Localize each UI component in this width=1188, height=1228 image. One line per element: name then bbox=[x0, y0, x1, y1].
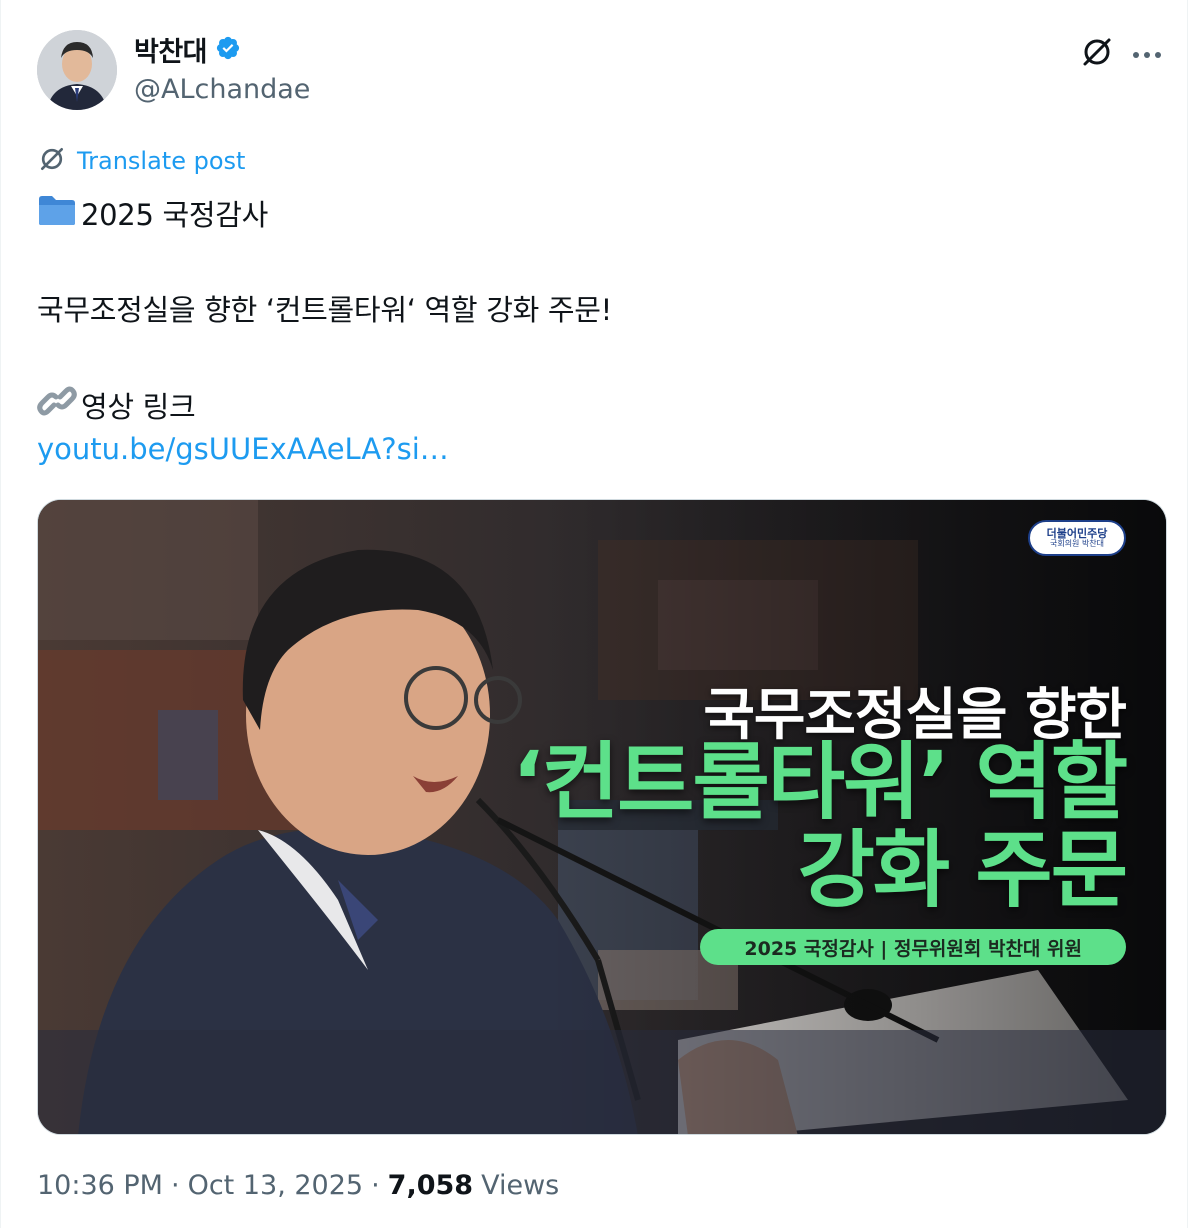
post-metadata: 10:36 PM · Oct 13, 2025 · 7,058 Views bbox=[37, 1170, 559, 1201]
post-line-heading: 2025 국정감사 bbox=[37, 192, 268, 234]
thumbnail-bottom-shade bbox=[38, 1030, 1166, 1134]
more-dots-icon bbox=[1131, 45, 1163, 64]
video-link-label: 영상 링크 bbox=[81, 389, 196, 424]
grok-button[interactable] bbox=[1077, 34, 1117, 74]
thumbnail-headline-3: 강화 주문 bbox=[797, 821, 1128, 919]
meta-separator: · bbox=[371, 1170, 380, 1201]
link-icon bbox=[37, 383, 77, 426]
translate-post-label: Translate post bbox=[77, 147, 246, 175]
thumbnail-caption-pill: 2025 국정감사 | 정무위원회 박찬대 위원 bbox=[700, 929, 1126, 965]
avatar[interactable] bbox=[37, 30, 117, 110]
meta-separator: · bbox=[170, 1170, 180, 1201]
translate-post-button[interactable]: Translate post bbox=[37, 144, 245, 178]
views-count[interactable]: 7,058 bbox=[388, 1170, 473, 1201]
party-logo-sub: 국회의원 박찬대 bbox=[1049, 538, 1105, 548]
avatar-photo bbox=[37, 30, 117, 110]
more-options-button[interactable] bbox=[1125, 34, 1169, 74]
post-time[interactable]: 10:36 PM bbox=[37, 1170, 163, 1201]
grok-icon bbox=[1080, 35, 1114, 73]
post-body-text: 국무조정실을 향한 ‘컨트롤타워‘ 역할 강화 주문! bbox=[37, 293, 612, 327]
thumbnail-headline-2: ‘컨트롤타워’ 역할 bbox=[511, 733, 1128, 831]
post-date[interactable]: Oct 13, 2025 bbox=[188, 1170, 364, 1201]
video-thumbnail[interactable]: 더불어민주당 국회의원 박찬대 국무조정실을 향한 ‘컨트롤타워’ 역할 강화 … bbox=[37, 499, 1167, 1135]
author-name-row[interactable]: 박찬대 bbox=[134, 30, 241, 69]
post-video-link-line: 영상 링크 bbox=[37, 383, 196, 426]
verified-badge-icon bbox=[215, 35, 241, 65]
party-logo-badge: 더불어민주당 국회의원 박찬대 bbox=[1028, 520, 1126, 556]
folder-icon bbox=[37, 193, 77, 234]
party-logo-name: 더불어민주당 bbox=[1046, 527, 1108, 541]
tweet-card: 박찬대 @ALchandae Translate post 2025 국정감사 … bbox=[0, 0, 1188, 1228]
author-display-name[interactable]: 박찬대 bbox=[134, 30, 208, 69]
youtube-link[interactable]: youtu.be/gsUUExAAeLA?si… bbox=[37, 432, 449, 466]
author-handle[interactable]: @ALchandae bbox=[134, 74, 310, 105]
grok-icon bbox=[37, 144, 67, 178]
views-label: Views bbox=[481, 1170, 560, 1201]
post-heading-text: 2025 국정감사 bbox=[81, 198, 269, 232]
